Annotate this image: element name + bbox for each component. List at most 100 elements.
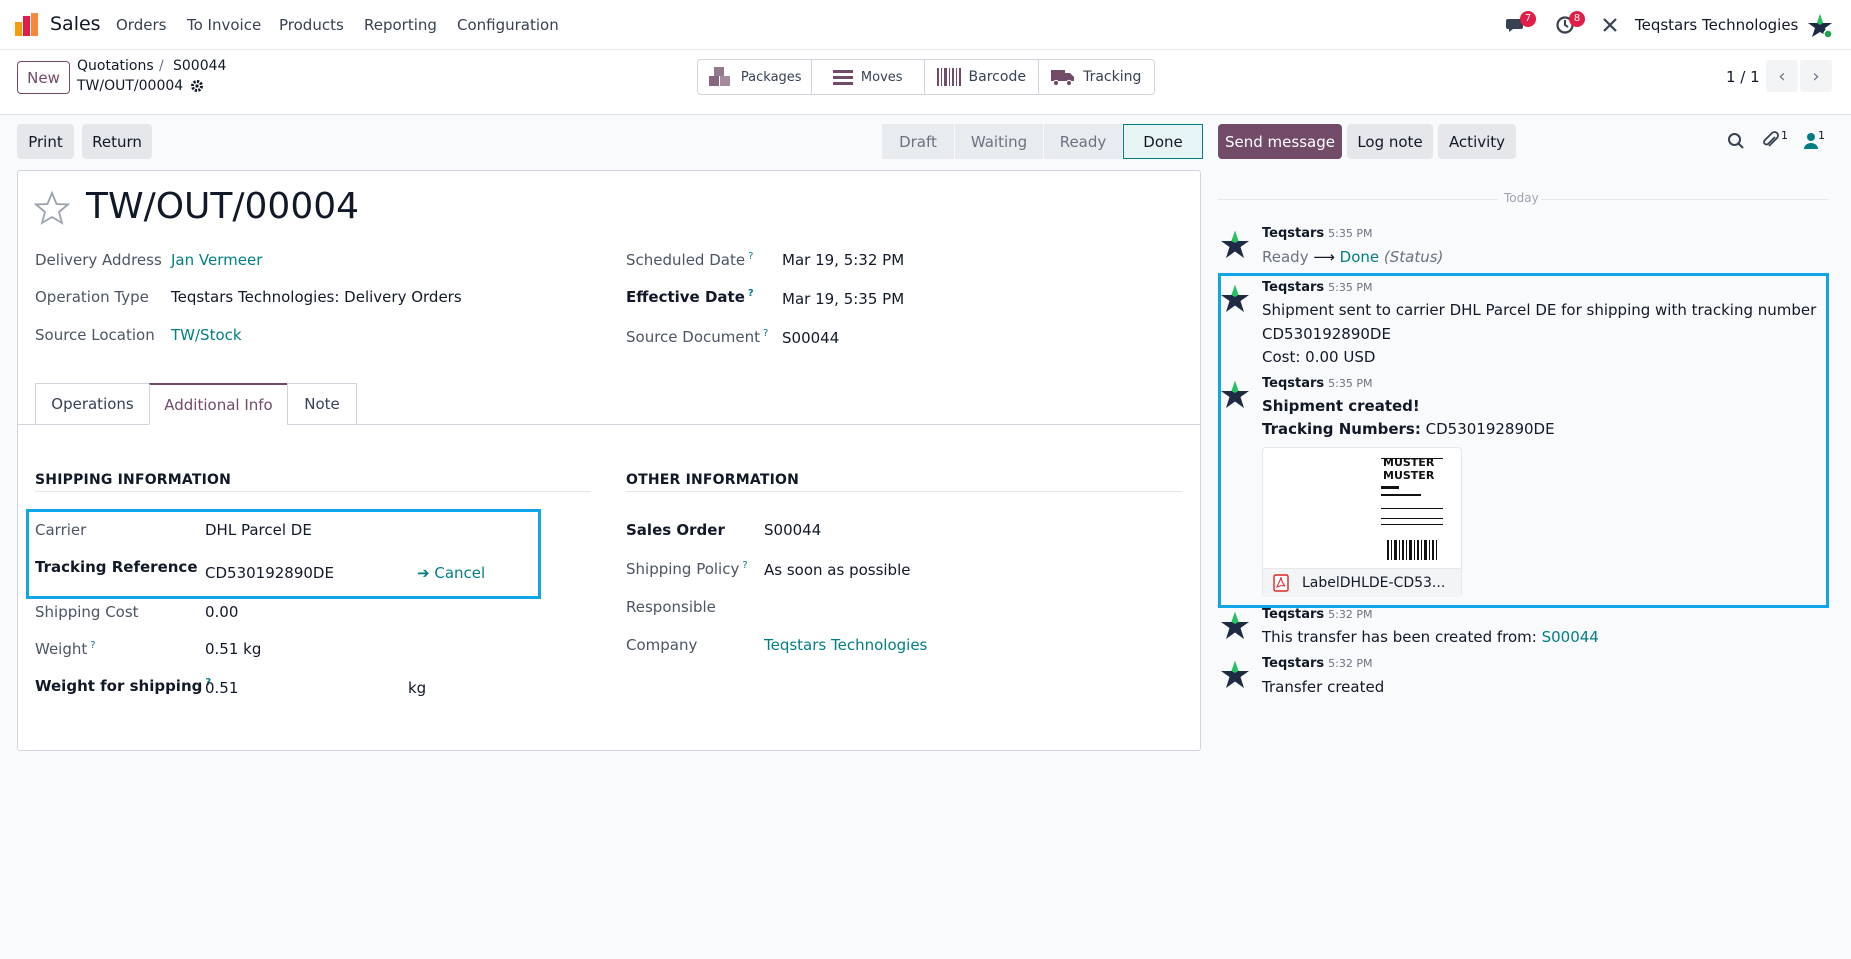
arrow-right-icon: ⟶ xyxy=(1313,248,1335,266)
highlight-box-carrier xyxy=(26,509,541,599)
delivery-address-value[interactable]: Jan Vermeer xyxy=(171,251,262,269)
barcode-button[interactable]: Barcode xyxy=(925,60,1039,94)
tracking-button[interactable]: Tracking xyxy=(1039,60,1154,94)
follower-count: 1 xyxy=(1818,129,1825,142)
date-separator-line xyxy=(1541,199,1828,200)
tab-operations[interactable]: Operations xyxy=(35,383,150,425)
activity-button[interactable]: Activity xyxy=(1438,124,1516,159)
status-ready[interactable]: Ready xyxy=(1044,124,1122,159)
send-message-button[interactable]: Send message xyxy=(1218,124,1342,159)
operation-type-value[interactable]: Teqstars Technologies: Delivery Orders xyxy=(171,288,462,306)
shipping-cost-label: Shipping Cost xyxy=(35,603,139,621)
menu-configuration[interactable]: Configuration xyxy=(457,16,559,34)
breadcrumb-order[interactable]: S00044 xyxy=(173,58,226,74)
menu-products[interactable]: Products xyxy=(279,16,344,34)
gear-icon[interactable] xyxy=(190,79,204,93)
sales-order-value[interactable]: S00044 xyxy=(764,521,821,539)
packages-icon xyxy=(708,67,730,86)
shipping-cost-value: 0.00 xyxy=(205,603,239,621)
list-icon xyxy=(832,70,853,85)
search-icon[interactable] xyxy=(1727,132,1745,150)
weight-for-shipping-unit: kg xyxy=(408,679,427,697)
tools-icon[interactable] xyxy=(1601,16,1619,34)
truck-icon xyxy=(1051,70,1075,87)
menu-to-invoice[interactable]: To Invoice xyxy=(187,16,261,34)
source-location-value[interactable]: TW/Stock xyxy=(171,326,242,344)
source-document-label: Source Document? xyxy=(626,328,769,346)
date-separator-line xyxy=(1218,199,1498,200)
weight-for-shipping-value[interactable]: 0.51 xyxy=(205,679,238,697)
moves-button[interactable]: Moves xyxy=(812,60,925,94)
company-label: Company xyxy=(626,636,698,654)
help-icon[interactable]: ? xyxy=(90,640,95,651)
tab-note[interactable]: Note xyxy=(287,383,357,425)
message-author: Teqstars 5:35 PM xyxy=(1262,226,1373,241)
shipping-policy-label: Shipping Policy? xyxy=(626,560,748,578)
date-separator: Today xyxy=(1504,191,1539,205)
help-icon[interactable]: ? xyxy=(748,288,754,299)
tab-additional-info[interactable]: Additional Info xyxy=(149,383,288,425)
favorite-star-icon[interactable] xyxy=(34,191,70,225)
message-author: Teqstars 5:32 PM xyxy=(1262,607,1373,622)
top-navbar: Sales Orders To Invoice Products Reporti… xyxy=(0,0,1851,50)
company-value[interactable]: Teqstars Technologies xyxy=(764,636,927,654)
weight-label: Weight? xyxy=(35,640,96,658)
breadcrumb-current-record: TW/OUT/00004 xyxy=(77,78,184,94)
scheduled-date-value[interactable]: Mar 19, 5:32 PM xyxy=(782,251,904,269)
breadcrumb-separator: / xyxy=(159,58,164,74)
pager-previous-button[interactable]: ‹ xyxy=(1766,60,1798,92)
smart-buttons: Packages Moves Barcode Tracking xyxy=(697,59,1155,95)
status-done[interactable]: Done xyxy=(1123,124,1203,159)
author-avatar[interactable] xyxy=(1220,611,1250,641)
shipping-info-title: SHIPPING INFORMATION xyxy=(35,472,232,488)
status-bar: Draft Waiting Ready Done xyxy=(882,124,1204,159)
weight-value: 0.51 kg xyxy=(205,640,262,658)
sales-app-icon[interactable] xyxy=(14,12,40,38)
app-name[interactable]: Sales xyxy=(50,13,101,35)
follower-icon[interactable] xyxy=(1803,132,1819,150)
responsible-label: Responsible xyxy=(626,598,716,616)
breadcrumb-quotations[interactable]: Quotations xyxy=(77,58,154,74)
barcode-label: Barcode xyxy=(968,69,1026,85)
packages-button[interactable]: Packages xyxy=(698,60,812,94)
shipping-policy-value[interactable]: As soon as possible xyxy=(764,561,910,579)
messages-badge: 7 xyxy=(1520,11,1536,27)
new-button[interactable]: New xyxy=(17,61,70,94)
menu-orders[interactable]: Orders xyxy=(116,16,166,34)
print-button[interactable]: Print xyxy=(17,124,74,159)
chevron-right-icon: › xyxy=(1812,65,1820,87)
tracking-label: Tracking xyxy=(1083,69,1142,85)
pager-next-button[interactable]: › xyxy=(1800,60,1832,92)
status-waiting[interactable]: Waiting xyxy=(955,124,1043,159)
record-title: TW/OUT/00004 xyxy=(86,186,360,227)
author-avatar[interactable] xyxy=(1220,660,1250,690)
section-divider xyxy=(626,491,1182,492)
message-text: Transfer created xyxy=(1262,678,1385,696)
section-divider xyxy=(35,491,591,492)
sales-order-label: Sales Order xyxy=(626,521,725,539)
status-draft[interactable]: Draft xyxy=(882,124,954,159)
source-order-link[interactable]: S00044 xyxy=(1542,628,1599,646)
attachment-count: 1 xyxy=(1781,129,1788,142)
operation-type-label: Operation Type xyxy=(35,288,149,306)
message-author: Teqstars 5:32 PM xyxy=(1262,656,1373,671)
packages-label: Packages xyxy=(740,69,802,85)
user-avatar[interactable] xyxy=(1807,13,1833,39)
company-switcher[interactable]: Teqstars Technologies xyxy=(1635,16,1798,34)
return-button[interactable]: Return xyxy=(82,124,152,159)
menu-reporting[interactable]: Reporting xyxy=(364,16,437,34)
message-text: This transfer has been created from: S00… xyxy=(1262,628,1599,646)
source-location-label: Source Location xyxy=(35,326,155,344)
pager-value[interactable]: 1 / 1 xyxy=(1726,68,1760,86)
help-icon[interactable]: ? xyxy=(763,328,768,339)
help-icon[interactable]: ? xyxy=(748,251,753,262)
source-document-value[interactable]: S00044 xyxy=(782,329,839,347)
delivery-address-label: Delivery Address xyxy=(35,251,162,269)
help-icon[interactable]: ? xyxy=(742,560,747,571)
effective-date-label: Effective Date? xyxy=(626,288,754,306)
log-note-button[interactable]: Log note xyxy=(1347,124,1433,159)
author-avatar[interactable] xyxy=(1220,230,1250,260)
highlight-box-messages xyxy=(1218,273,1829,608)
chevron-left-icon: ‹ xyxy=(1778,65,1786,87)
paperclip-icon[interactable] xyxy=(1762,131,1780,151)
